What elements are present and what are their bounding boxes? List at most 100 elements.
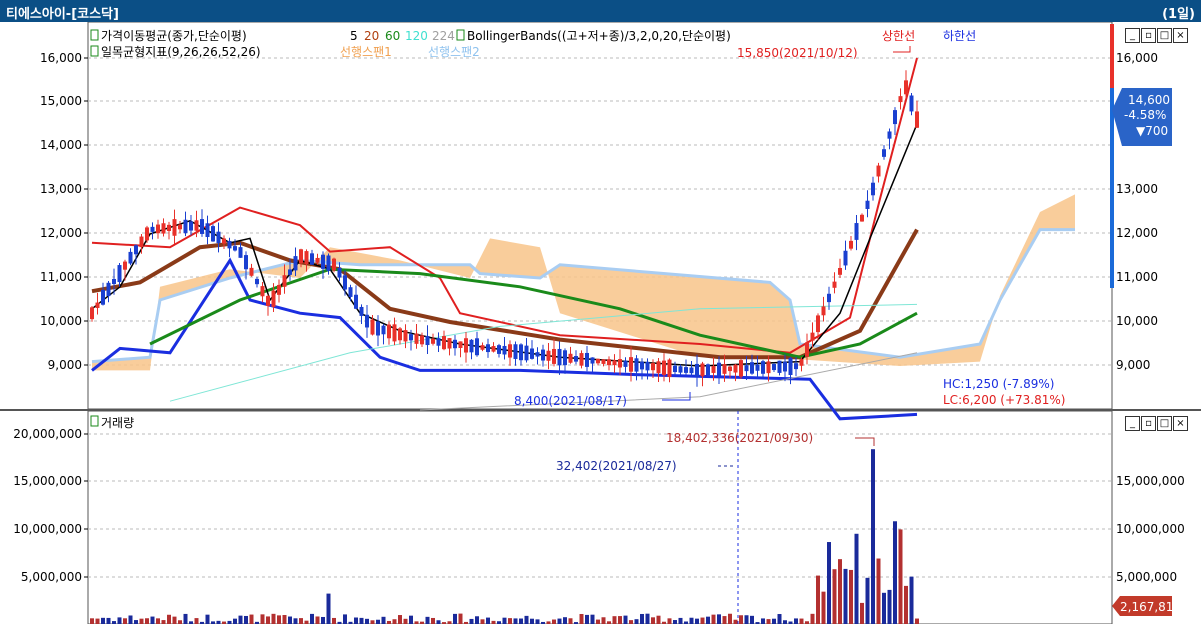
y-tick: 5,000,000 — [21, 570, 82, 584]
candle-body — [832, 281, 837, 288]
candle-body — [695, 363, 699, 377]
candle-body — [838, 267, 842, 275]
volume-bar — [513, 618, 518, 624]
legend-ma-name: 가격이동평균(종가,단순이평) — [101, 29, 247, 43]
candle-body — [442, 336, 446, 350]
volume-bar — [128, 615, 133, 624]
candle-body — [260, 286, 265, 297]
candle-body — [722, 364, 727, 374]
volume-bar — [354, 617, 358, 624]
candle-body — [711, 365, 716, 373]
volume-maximize-button[interactable]: □ — [1157, 416, 1172, 431]
y-tick: 10,000,000 — [1116, 522, 1185, 536]
candle-body — [178, 224, 182, 230]
volume-restore-button[interactable]: ▫ — [1141, 416, 1156, 431]
current-volume-tag: 2,167,819 — [1112, 596, 1181, 616]
candle-body — [282, 275, 287, 287]
candle-body — [447, 338, 452, 349]
current-price: 14,600 — [1128, 93, 1170, 107]
candle-body — [667, 359, 672, 378]
candle-body — [706, 364, 710, 376]
candle-body — [431, 338, 435, 344]
candle-body — [799, 359, 804, 366]
volume-bar — [436, 620, 441, 624]
volume-bar — [579, 613, 584, 624]
candle-body — [205, 223, 210, 238]
volume-close-button[interactable]: × — [1173, 416, 1188, 431]
volume-panel[interactable] — [87, 410, 1113, 624]
candle-body — [810, 332, 815, 341]
candle-body — [304, 251, 309, 265]
candle-body — [750, 362, 754, 374]
candle-body — [640, 361, 644, 370]
volume-bar — [750, 615, 754, 624]
volume-bar — [733, 619, 738, 624]
y-tick: 16,000 — [1116, 51, 1158, 65]
volume-bar — [475, 616, 479, 624]
close-button[interactable]: × — [1173, 28, 1188, 43]
candle-body — [794, 363, 798, 370]
candle-body — [343, 275, 347, 290]
volume-bar — [392, 619, 397, 624]
candle-body — [266, 295, 270, 306]
candle-body — [271, 290, 276, 307]
candle-body — [629, 357, 633, 372]
y-tick: 10,000 — [40, 314, 82, 328]
candle-body — [161, 223, 166, 234]
current-change: ▼700 — [1136, 124, 1168, 138]
legend-bb-upper: 상한선 — [882, 29, 915, 43]
volume-bar — [315, 616, 320, 624]
y-tick: 12,000 — [40, 226, 82, 240]
candle-body — [783, 361, 787, 372]
volume-bar — [205, 614, 210, 624]
volume-bar — [139, 618, 144, 624]
volume-bar — [381, 616, 386, 624]
candle-body — [392, 324, 397, 342]
candle-body — [684, 367, 688, 373]
candle-body — [590, 357, 595, 364]
candle-body — [414, 333, 419, 344]
candle-body — [574, 356, 578, 362]
volume-bar — [843, 568, 848, 624]
volume-bar — [783, 620, 787, 624]
restore-button[interactable]: ▫ — [1141, 28, 1156, 43]
candle-body — [651, 363, 655, 371]
candle-body — [541, 349, 545, 361]
volume-bar — [629, 620, 633, 624]
candle-body — [321, 254, 325, 269]
volume-bar — [871, 449, 875, 624]
candle-body — [458, 341, 463, 348]
volume-bar — [689, 617, 694, 624]
hc-label: HC:1,250 (-7.89%) — [943, 377, 1054, 391]
volume-bar — [293, 618, 298, 624]
candle-body — [233, 246, 237, 251]
volume-bar — [106, 617, 111, 624]
volume-bar — [673, 620, 677, 624]
maximize-button[interactable]: □ — [1157, 28, 1172, 43]
candle-body — [332, 258, 336, 271]
candle-body — [827, 293, 831, 303]
volume-bar — [277, 615, 281, 624]
volume-bar — [299, 618, 303, 624]
candle-body — [106, 282, 111, 297]
candle-body — [348, 287, 353, 297]
current-volume: 2,167,819 — [1120, 600, 1181, 614]
legend-span1: 선행스팬1 — [340, 44, 392, 59]
candle-body — [326, 255, 331, 271]
candle-body — [464, 338, 468, 353]
volume-minimize-button[interactable]: _ — [1125, 416, 1140, 431]
y-tick: 16,000 — [40, 51, 82, 65]
volume-bar — [238, 615, 243, 624]
minimize-button[interactable]: _ — [1125, 28, 1140, 43]
candle-body — [662, 360, 666, 375]
candle-body — [777, 360, 782, 373]
candle-body — [172, 219, 177, 236]
candle-body — [194, 220, 199, 231]
volume-bar — [799, 618, 804, 624]
candle-body — [288, 269, 292, 275]
chart-area[interactable]: 16,000 15,000 14,000 13,000 12,000 11,00… — [0, 22, 1201, 624]
price-axis-left: 16,000 15,000 14,000 13,000 12,000 11,00… — [40, 51, 82, 372]
y-tick: 15,000,000 — [1116, 474, 1185, 488]
volume-bar — [519, 618, 523, 624]
volume-bar — [601, 617, 606, 624]
